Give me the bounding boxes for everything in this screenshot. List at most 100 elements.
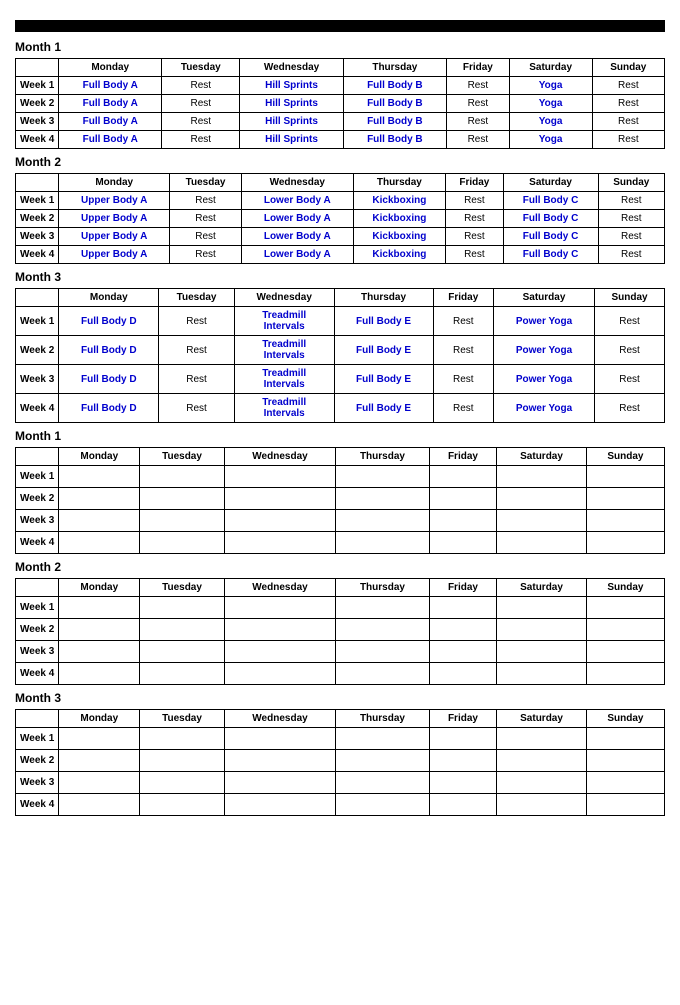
th-day: Wednesday bbox=[224, 448, 335, 466]
empty-cell bbox=[586, 750, 664, 772]
empty-cell bbox=[59, 750, 140, 772]
empty-cell bbox=[336, 728, 429, 750]
schedule-cell: Full Body E bbox=[334, 307, 433, 336]
empty-cell bbox=[336, 619, 429, 641]
schedule-cell: Lower Body A bbox=[241, 246, 353, 264]
week-label: Week 2 bbox=[16, 210, 59, 228]
th-day: Sunday bbox=[595, 289, 665, 307]
empty-cell bbox=[140, 619, 225, 641]
empty-cell bbox=[59, 641, 140, 663]
th-day: Friday bbox=[429, 710, 497, 728]
empty-cell bbox=[59, 597, 140, 619]
schedule-cell: Rest bbox=[592, 131, 664, 149]
empty-cell bbox=[59, 466, 140, 488]
schedule-cell: Full Body A bbox=[59, 131, 162, 149]
schedule-table: MondayTuesdayWednesdayThursdayFridaySatu… bbox=[15, 288, 665, 423]
empty-cell bbox=[497, 750, 587, 772]
schedule-cell: Rest bbox=[159, 336, 235, 365]
empty-cell bbox=[586, 597, 664, 619]
schedule-cell: Full Body B bbox=[343, 131, 446, 149]
th-day: Tuesday bbox=[140, 710, 225, 728]
week-label: Week 4 bbox=[16, 394, 59, 423]
empty-cell bbox=[224, 772, 335, 794]
th-day: Wednesday bbox=[240, 59, 343, 77]
th-day: Tuesday bbox=[162, 59, 240, 77]
schedule-cell: Rest bbox=[162, 131, 240, 149]
schedule-cell: Full Body B bbox=[343, 77, 446, 95]
empty-cell bbox=[59, 510, 140, 532]
empty-cell bbox=[586, 466, 664, 488]
empty-schedule-table: MondayTuesdayWednesdayThursdayFridaySatu… bbox=[15, 709, 665, 816]
schedule-cell: Yoga bbox=[509, 95, 592, 113]
schedule-cell: Full Body E bbox=[334, 336, 433, 365]
schedule-cell: Rest bbox=[170, 246, 242, 264]
th-day: Tuesday bbox=[140, 448, 225, 466]
empty-cell bbox=[429, 466, 497, 488]
schedule-cell: Full Body A bbox=[59, 77, 162, 95]
th-day: Saturday bbox=[493, 289, 594, 307]
schedule-cell: Rest bbox=[170, 228, 242, 246]
schedule-cell: Yoga bbox=[509, 131, 592, 149]
th-day: Saturday bbox=[497, 710, 587, 728]
empty-cell bbox=[59, 663, 140, 685]
th-day: Wednesday bbox=[224, 710, 335, 728]
section-label: Month 2 bbox=[15, 155, 665, 169]
empty-cell bbox=[497, 532, 587, 554]
th-day: Monday bbox=[59, 174, 170, 192]
empty-cell bbox=[140, 663, 225, 685]
th-blank bbox=[16, 174, 59, 192]
schedule-cell: Full Body E bbox=[334, 365, 433, 394]
schedule-cell: Kickboxing bbox=[353, 210, 446, 228]
th-day: Thursday bbox=[343, 59, 446, 77]
empty-cell bbox=[429, 663, 497, 685]
schedule-cell: Rest bbox=[592, 113, 664, 131]
empty-cell bbox=[336, 750, 429, 772]
schedule-cell: Full Body B bbox=[343, 113, 446, 131]
empty-cell bbox=[336, 641, 429, 663]
empty-cell bbox=[429, 488, 497, 510]
empty-cell bbox=[586, 532, 664, 554]
empty-cell bbox=[224, 597, 335, 619]
empty-cell bbox=[140, 466, 225, 488]
th-blank bbox=[16, 448, 59, 466]
schedule-cell: Upper Body A bbox=[59, 228, 170, 246]
schedule-cell: Rest bbox=[159, 307, 235, 336]
empty-schedule-table: MondayTuesdayWednesdayThursdayFridaySatu… bbox=[15, 578, 665, 685]
empty-cell bbox=[429, 772, 497, 794]
schedule-cell: Rest bbox=[598, 228, 664, 246]
th-day: Sunday bbox=[586, 710, 664, 728]
th-blank bbox=[16, 59, 59, 77]
schedule-cell: TreadmillIntervals bbox=[234, 336, 334, 365]
empty-cell bbox=[429, 794, 497, 816]
empty-cell bbox=[497, 728, 587, 750]
week-label: Week 4 bbox=[16, 532, 59, 554]
empty-cell bbox=[224, 619, 335, 641]
empty-cell bbox=[224, 641, 335, 663]
th-day: Monday bbox=[59, 289, 159, 307]
week-label: Week 2 bbox=[16, 95, 59, 113]
section-label: Month 2 bbox=[15, 560, 665, 574]
schedule-cell: Rest bbox=[159, 394, 235, 423]
th-day: Friday bbox=[429, 448, 497, 466]
schedule-cell: Full Body D bbox=[59, 394, 159, 423]
empty-cell bbox=[59, 772, 140, 794]
th-day: Sunday bbox=[586, 448, 664, 466]
week-label: Week 1 bbox=[16, 192, 59, 210]
schedule-table: MondayTuesdayWednesdayThursdayFridaySatu… bbox=[15, 173, 665, 264]
schedule-cell: Hill Sprints bbox=[240, 77, 343, 95]
schedule-cell: Rest bbox=[433, 365, 493, 394]
schedule-cell: Full Body D bbox=[59, 336, 159, 365]
section-label: Month 3 bbox=[15, 270, 665, 284]
week-label: Week 1 bbox=[16, 597, 59, 619]
schedule-cell: Rest bbox=[598, 210, 664, 228]
th-day: Tuesday bbox=[170, 174, 242, 192]
empty-cell bbox=[429, 728, 497, 750]
empty-cell bbox=[140, 532, 225, 554]
week-label: Week 2 bbox=[16, 336, 59, 365]
th-day: Friday bbox=[447, 59, 510, 77]
schedule-cell: Rest bbox=[595, 307, 665, 336]
empty-cell bbox=[586, 663, 664, 685]
schedule-cell: Yoga bbox=[509, 77, 592, 95]
empty-cell bbox=[336, 510, 429, 532]
schedule-cell: Power Yoga bbox=[493, 394, 594, 423]
